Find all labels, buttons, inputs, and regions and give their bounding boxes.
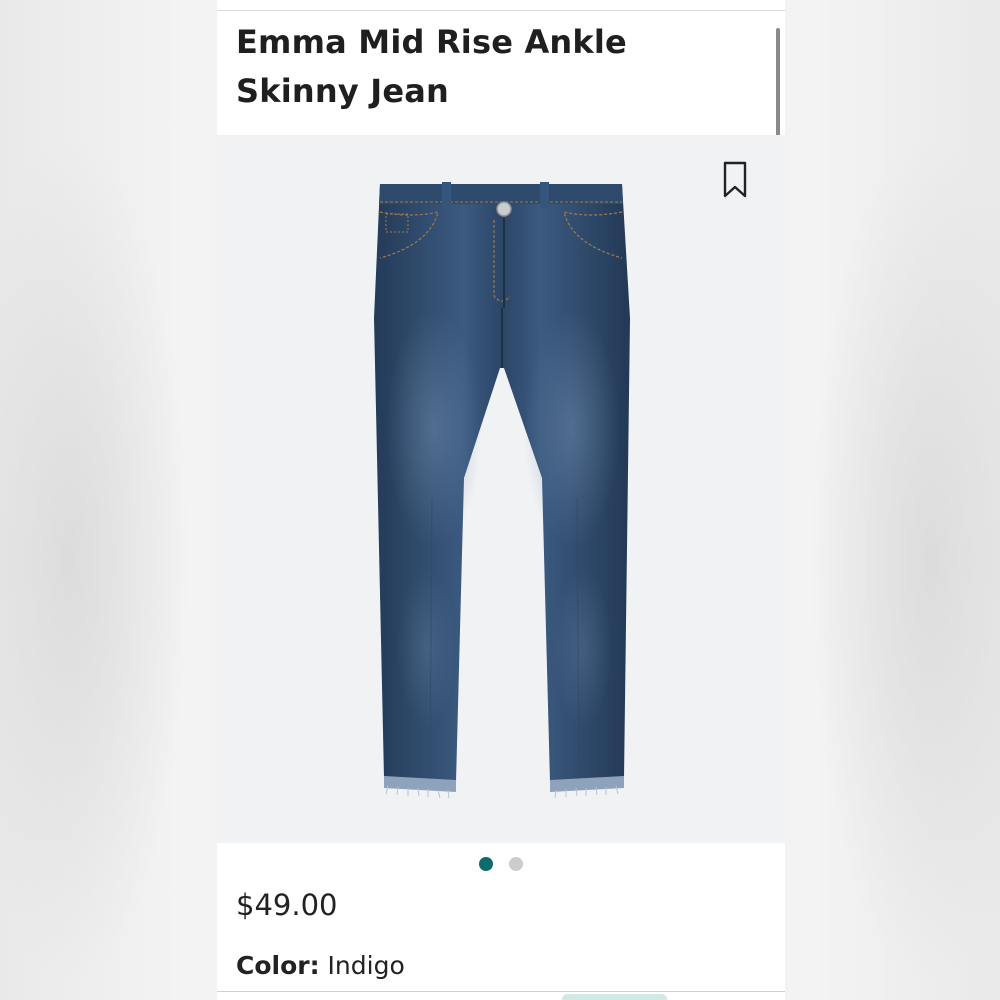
product-title: Emma Mid Rise Ankle Skinny Jean	[236, 23, 627, 110]
bottom-divider	[217, 991, 785, 992]
carousel-dot[interactable]	[509, 857, 523, 871]
next-section-peek	[562, 994, 667, 1000]
save-button[interactable]	[720, 160, 750, 200]
product-image	[374, 182, 630, 799]
carousel-pagination	[217, 857, 785, 871]
top-divider	[217, 10, 785, 11]
product-image-carousel[interactable]	[217, 135, 785, 843]
bookmark-icon	[723, 161, 747, 198]
color-row: Color: Indigo	[236, 951, 405, 980]
color-label: Color:	[236, 951, 320, 980]
color-value: Indigo	[327, 951, 405, 980]
product-detail-screen: Emma Mid Rise Ankle Skinny Jean $49.00 C…	[217, 0, 785, 1000]
carousel-dot-active[interactable]	[479, 857, 493, 871]
product-price: $49.00	[236, 888, 338, 922]
